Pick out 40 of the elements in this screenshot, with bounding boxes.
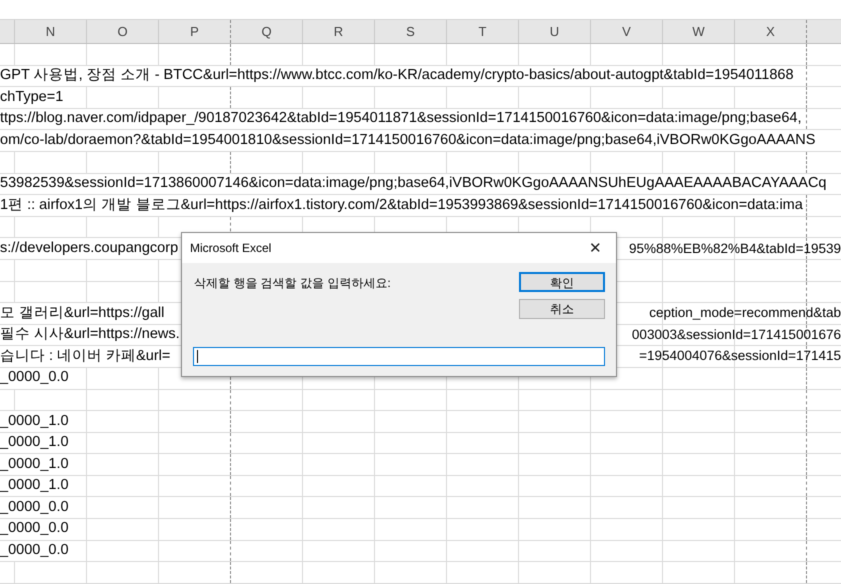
input-field[interactable] bbox=[193, 347, 605, 366]
column-header[interactable]: P bbox=[159, 20, 231, 43]
column-header[interactable]: O bbox=[87, 20, 159, 43]
dialog-title: Microsoft Excel bbox=[190, 240, 272, 257]
cell-text: _0000_1.0 bbox=[0, 411, 69, 432]
cell-text: _0000_1.0 bbox=[0, 454, 69, 475]
cell-text: om/co-lab/doraemon?&tabId=1954001810&sessionId=1714150016760&icon=data:image/png;base64,iVBORw0KGgoAAAANS bbox=[0, 130, 816, 151]
cell-text: s://developers.coupangcorp bbox=[0, 238, 178, 259]
cell-text: 1편 :: airfox1의 개발 블로그&url=https://airfox1.tistory.com/2&tabId=1953993869&sessionId=1714150016760&icon=data:ima bbox=[0, 195, 803, 216]
cell-text: _0000_0.0 bbox=[0, 519, 69, 540]
cell-text: GPT 사용법, 장점 소개 - BTCC&url=https://www.btcc.com/ko-KR/academy/crypto-basics/about-autogpt&tabId=1954011868 bbox=[0, 66, 794, 86]
cell-text: 모 갤러리&url=https://gall bbox=[0, 303, 164, 324]
cell-text: 필수 시사&url=https://news. bbox=[0, 324, 180, 346]
prompt-text: 삭제할 행을 검색할 값을 입력하세요: bbox=[194, 275, 391, 292]
cell-text: _0000_1.0 bbox=[0, 476, 69, 496]
cell-text: 53982539&sessionId=1713860007146&icon=data:image/png;base64,iVBORw0KGgoAAAANSUhEUgAAAEAAAABACAYAAACq bbox=[0, 174, 826, 194]
text-cursor bbox=[197, 350, 198, 363]
cell-text: 95%88%EB%82%B4&tabId=19539 bbox=[628, 240, 841, 258]
column-header[interactable]: N bbox=[15, 20, 87, 43]
cell-text: ttps://blog.naver.com/idpaper_/90187023642&tabId=1954011871&sessionId=1714150016760&icon=data:image/png;base64, bbox=[0, 108, 802, 130]
cell-text: _0000_0.0 bbox=[0, 497, 69, 518]
dialog-button[interactable]: 확인 bbox=[519, 272, 605, 292]
cell-text: _0000_1.0 bbox=[0, 432, 69, 454]
column-header[interactable]: Q bbox=[231, 20, 303, 43]
dialog-button[interactable]: 취소 bbox=[519, 299, 605, 319]
cell-text: ception_mode=recommend&tab bbox=[649, 304, 841, 322]
cell-text: _0000_0.0 bbox=[0, 368, 69, 388]
column-header[interactable]: W bbox=[663, 20, 735, 43]
cell-text: _0000_0.0 bbox=[0, 540, 69, 562]
cell-text: =1954004076&sessionId=171415 bbox=[639, 347, 841, 366]
column-header[interactable]: S bbox=[375, 20, 447, 43]
column-header[interactable]: T bbox=[447, 20, 519, 43]
column-header[interactable]: V bbox=[591, 20, 663, 43]
column-header[interactable]: U bbox=[519, 20, 591, 43]
cell-text: 습니다 : 네이버 카페&url= bbox=[0, 346, 170, 367]
cell-text: chType=1 bbox=[0, 87, 64, 108]
cell-text: 003003&sessionId=171415001676 bbox=[632, 326, 841, 344]
column-header[interactable]: X bbox=[735, 20, 807, 43]
close-button[interactable]: ✕ bbox=[585, 240, 606, 256]
column-header[interactable]: R bbox=[303, 20, 375, 43]
